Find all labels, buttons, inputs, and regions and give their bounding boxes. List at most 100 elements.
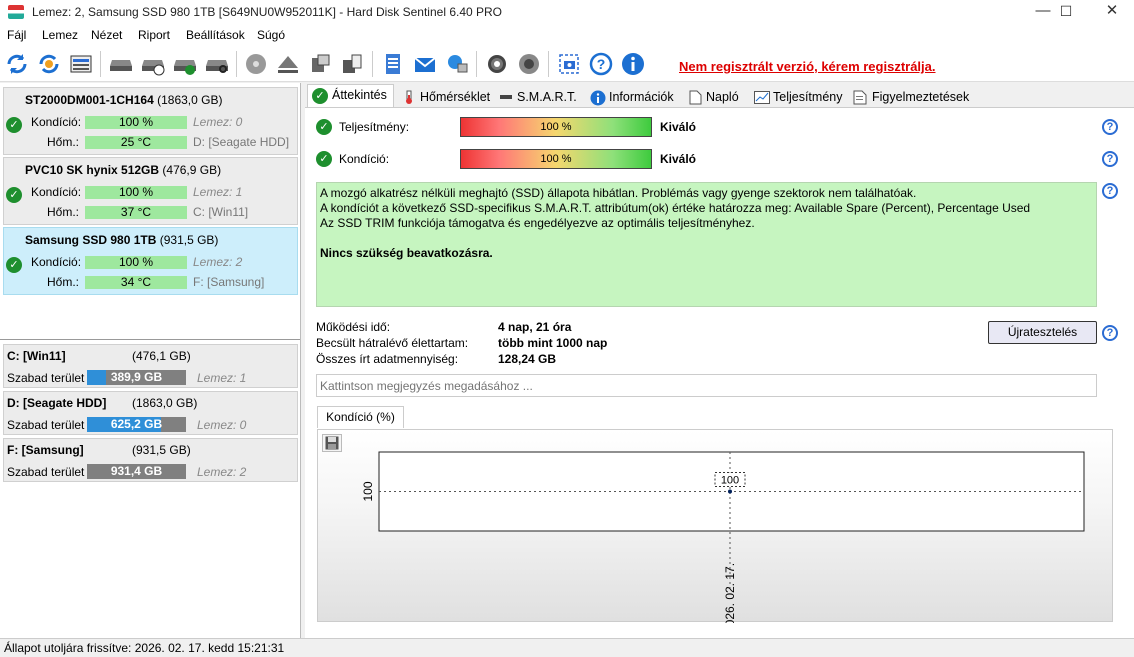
refresh-icon[interactable]: [4, 51, 30, 77]
tab-log[interactable]: Napló: [683, 86, 746, 108]
free-space-fill: [87, 370, 106, 385]
condition-label: Kondíció:: [339, 152, 390, 166]
disk-list-icon[interactable]: [68, 51, 94, 77]
menu-settings[interactable]: Beállítások: [186, 28, 245, 42]
temperature-label: Hőm.:: [47, 205, 80, 219]
hdd-icon[interactable]: [108, 51, 134, 77]
volume-name: D: [Seagate HDD]: [7, 396, 107, 410]
close-button[interactable]: ✕: [1089, 0, 1134, 24]
speaker-icon[interactable]: [516, 51, 542, 77]
disk-number: Lemez: 0: [193, 115, 243, 129]
condition-rating: Kiváló: [660, 152, 697, 166]
disk-card-1[interactable]: PVC10 SK hynix 512GB (476,9 GB) ✓ Kondíc…: [3, 157, 298, 225]
tab-information[interactable]: Információk: [584, 86, 681, 108]
status-text: Állapot utoljára frissítve: 2026. 02. 17…: [4, 641, 285, 655]
free-space-bar: 625,2 GB: [87, 417, 186, 432]
free-space-bar: 931,4 GB: [87, 464, 186, 479]
condition-label: Kondíció:: [31, 115, 82, 129]
drive-settings-icon[interactable]: [339, 51, 365, 77]
temperature-label: Hőm.:: [47, 275, 80, 289]
performance-label: Teljesítmény:: [339, 120, 410, 134]
svg-text:?: ?: [597, 56, 606, 72]
ok-check-icon: ✓: [316, 119, 332, 135]
volume-card-c[interactable]: C: [Win11] (476,1 GB) Szabad terület 389…: [3, 344, 298, 388]
free-space-bar: 389,9 GB: [87, 370, 186, 385]
disk-card-0[interactable]: ST2000DM001-1CH164 (1863,0 GB) ✓ Kondíci…: [3, 87, 298, 155]
drive-letter: F: [Samsung]: [193, 275, 265, 289]
volume-card-f[interactable]: F: [Samsung] (931,5 GB) Szabad terület 9…: [3, 438, 298, 482]
menu-disk[interactable]: Lemez: [42, 28, 78, 42]
ok-check-icon: ✓: [6, 117, 22, 133]
condition-label: Kondíció:: [31, 255, 82, 269]
volume-size: (931,5 GB): [132, 443, 191, 457]
temperature-bar: 34 °C: [85, 276, 187, 289]
info-icon: [590, 90, 606, 106]
chart-tab-condition[interactable]: Kondíció (%): [317, 406, 404, 428]
check-icon: ✓: [312, 88, 328, 104]
free-space-label: Szabad terület: [7, 371, 85, 385]
note-input[interactable]: [316, 374, 1097, 397]
volume-name: C: [Win11]: [7, 349, 66, 363]
ok-check-icon: ✓: [316, 151, 332, 167]
tab-performance[interactable]: Teljesítmény: [748, 86, 849, 108]
maximize-button[interactable]: ☐: [1043, 0, 1089, 24]
window-title: Lemez: 2, Samsung SSD 980 1TB [S649NU0W9…: [32, 5, 503, 19]
volume-disk-number: Lemez: 0: [197, 418, 247, 432]
hdd-search-icon[interactable]: [204, 51, 230, 77]
menu-report[interactable]: Riport: [138, 28, 170, 42]
toolbar: ? Nem regisztrált verzió, kérem regisztr…: [0, 46, 1134, 82]
menu-view[interactable]: Nézet: [91, 28, 122, 42]
overview-panel: ✓ Teljesítmény: 100 % Kiváló ? ✓ Kondíci…: [305, 107, 1134, 638]
screenshot-icon[interactable]: [556, 51, 582, 77]
disk-list-panel: ST2000DM001-1CH164 (1863,0 GB) ✓ Kondíci…: [0, 83, 301, 638]
app-icon: [8, 5, 24, 19]
condition-bar: 100 %: [460, 149, 652, 169]
thermometer-icon: [406, 90, 412, 104]
smart-icon: [500, 95, 512, 99]
tab-alerts[interactable]: Figyelmeztetések: [847, 86, 976, 108]
drive-tools-icon[interactable]: [307, 51, 333, 77]
help-icon[interactable]: ?: [1102, 325, 1118, 341]
temperature-bar: 37 °C: [85, 206, 187, 219]
gear-icon[interactable]: [484, 51, 510, 77]
volume-disk-number: Lemez: 1: [197, 371, 247, 385]
disk-number: Lemez: 1: [193, 185, 243, 199]
ok-check-icon: ✓: [6, 257, 22, 273]
title-bar: Lemez: 2, Samsung SSD 980 1TB [S649NU0W9…: [0, 0, 1134, 24]
tab-smart[interactable]: S.M.A.R.T.: [493, 86, 584, 108]
drive-letter: C: [Win11]: [193, 205, 249, 219]
volume-card-d[interactable]: D: [Seagate HDD] (1863,0 GB) Szabad terü…: [3, 391, 298, 435]
email-icon[interactable]: [412, 51, 438, 77]
disk-number: Lemez: 2: [193, 255, 243, 269]
hdd-schedule-icon[interactable]: [140, 51, 166, 77]
tab-temperature[interactable]: Hőmérséklet: [396, 86, 497, 108]
info-icon[interactable]: [620, 51, 646, 77]
free-space-label: Szabad terület: [7, 465, 85, 479]
eject-icon[interactable]: [275, 51, 301, 77]
network-icon[interactable]: [444, 51, 470, 77]
temperature-bar: 25 °C: [85, 136, 187, 149]
menu-file[interactable]: Fájl: [7, 28, 26, 42]
menu-bar: Fájl Lemez Nézet Riport Beállítások Súgó: [0, 24, 1134, 46]
disk-card-2[interactable]: Samsung SSD 980 1TB (931,5 GB) ✓ Kondíci…: [3, 227, 298, 295]
alerts-icon: [853, 90, 867, 105]
retest-button[interactable]: Újratesztelés: [988, 321, 1097, 344]
uptime-label: Működési idő:: [316, 320, 391, 334]
volume-name: F: [Samsung]: [7, 443, 84, 457]
performance-bar: 100 %: [460, 117, 652, 137]
report-icon[interactable]: [380, 51, 406, 77]
disk-surface-icon[interactable]: [243, 51, 269, 77]
description-line: A mozgó alkatrész nélküli meghajtó (SSD)…: [320, 186, 917, 200]
drive-letter: D: [Seagate HDD]: [193, 135, 290, 149]
help-icon[interactable]: ?: [1102, 151, 1118, 167]
help-icon[interactable]: ?: [588, 51, 614, 77]
help-icon[interactable]: ?: [1102, 183, 1118, 199]
tab-overview[interactable]: ✓ Áttekintés: [307, 84, 394, 108]
help-icon[interactable]: ?: [1102, 119, 1118, 135]
condition-label: Kondíció:: [31, 185, 82, 199]
volume-size: (1863,0 GB): [132, 396, 198, 410]
menu-help[interactable]: Súgó: [257, 28, 285, 42]
registration-notice-link[interactable]: Nem regisztrált verzió, kérem regisztrál…: [679, 59, 936, 74]
refresh-all-icon[interactable]: [36, 51, 62, 77]
hdd-ok-icon[interactable]: [172, 51, 198, 77]
